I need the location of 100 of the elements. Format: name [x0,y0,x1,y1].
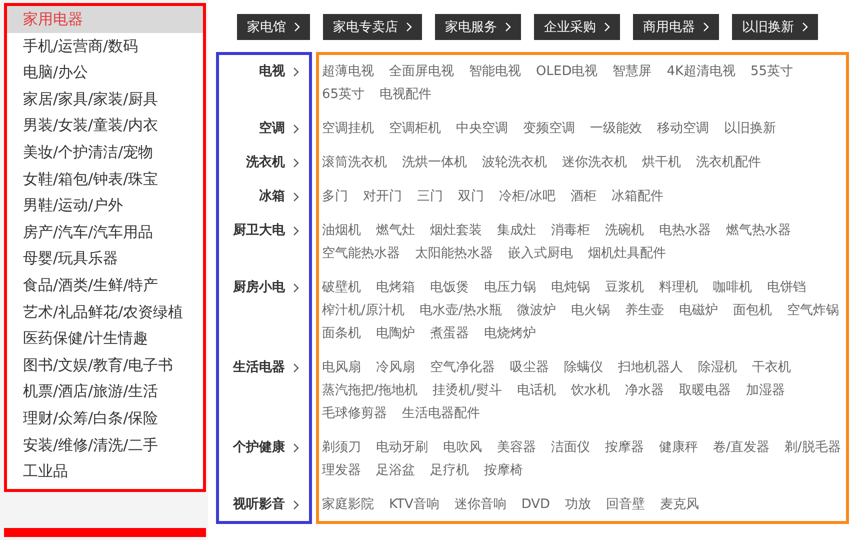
subcategory-link[interactable]: 电火锅 [570,299,610,322]
subcategory-link[interactable]: 电压力锅 [484,276,536,299]
subcategory-link[interactable]: 迷你洗衣机 [562,151,627,174]
subcategory-link[interactable]: 电动牙刷 [376,436,428,459]
subcategory-link[interactable]: 面包机 [732,299,772,322]
subcategory-link[interactable]: 回音壁 [606,493,646,516]
subcategory-link[interactable]: 酒柜 [570,185,596,208]
category-link[interactable]: 洗衣机 [246,151,285,174]
subcategory-link[interactable]: 净水器 [624,379,664,402]
subcategory-link[interactable]: 嵌入式厨电 [508,242,573,265]
sidebar-item[interactable]: 机票/酒店/旅游/生活 [7,378,203,405]
subcategory-link[interactable]: 剃须刀 [322,436,361,459]
subcategory-link[interactable]: 美容器 [497,436,536,459]
subcategory-link[interactable]: 4K超清电视 [666,60,736,83]
sidebar-item[interactable]: 母婴/玩具乐器 [7,245,203,272]
subcategory-link[interactable]: 电烤箱 [376,276,415,299]
subcategory-link[interactable]: 干衣机 [752,356,791,379]
subcategory-link[interactable]: 多门 [322,185,348,208]
subcategory-link[interactable]: 冰箱配件 [611,185,664,208]
subcategory-link[interactable]: 蒸汽拖把/拖地机 [322,379,418,402]
sidebar-item[interactable]: 食品/酒类/生鲜/特产 [7,272,203,299]
subcategory-link[interactable]: 卷/直发器 [713,436,770,459]
category-link[interactable]: 冰箱 [259,185,285,208]
subcategory-link[interactable]: 烟机灶具配件 [588,242,666,265]
subcategory-link[interactable]: 电热水器 [659,219,711,242]
subcategory-link[interactable]: 电饭煲 [430,276,469,299]
subcategory-link[interactable]: 烟灶套装 [430,219,482,242]
subcategory-link[interactable]: 燃气热水器 [726,219,791,242]
subcategory-link[interactable]: 55英寸 [750,60,794,83]
subcategory-link[interactable]: 足疗机 [430,459,469,482]
subcategory-link[interactable]: 毛球修剪器 [322,402,387,425]
sidebar-item[interactable]: 家用电器 [7,6,203,33]
subcategory-link[interactable]: 洗烘一体机 [402,151,467,174]
subcategory-link[interactable]: 破壁机 [322,276,361,299]
subcategory-link[interactable]: 中央空调 [456,117,508,140]
category-link[interactable]: 空调 [259,117,285,140]
subcategory-link[interactable]: 挂烫机/熨斗 [432,379,502,402]
sidebar-item[interactable]: 家居/家具/家装/厨具 [7,86,203,112]
category-link[interactable]: 生活电器 [233,356,285,379]
subcategory-link[interactable]: 健康秤 [659,436,698,459]
subcategory-link[interactable]: 燃气灶 [376,219,415,242]
subcategory-link[interactable]: 洗衣机配件 [696,151,761,174]
channel-button[interactable]: 商用电器 [633,14,719,40]
subcategory-link[interactable]: 空气炸锅 [786,299,839,322]
channel-button[interactable]: 以旧换新 [732,14,818,40]
subcategory-link[interactable]: 煮蛋器 [430,322,469,345]
subcategory-link[interactable]: 取暖电器 [678,379,731,402]
subcategory-link[interactable]: OLED电视 [536,60,598,83]
subcategory-link[interactable]: 对开门 [363,185,402,208]
subcategory-link[interactable]: 电饼铛 [767,276,806,299]
subcategory-link[interactable]: 足浴盆 [376,459,415,482]
subcategory-link[interactable]: 波轮洗衣机 [482,151,547,174]
subcategory-link[interactable]: 冷柜/冰吧 [499,185,556,208]
subcategory-link[interactable]: 全面屏电视 [389,60,454,83]
subcategory-link[interactable]: 豆浆机 [605,276,644,299]
category-link[interactable]: 厨房小电 [233,276,285,299]
subcategory-link[interactable]: 油烟机 [322,219,361,242]
subcategory-link[interactable]: 功放 [565,493,592,516]
subcategory-link[interactable]: 扫地机器人 [618,356,683,379]
subcategory-link[interactable]: 电吹风 [443,436,482,459]
subcategory-link[interactable]: 电视配件 [380,83,432,106]
subcategory-link[interactable]: 智能电视 [469,60,521,83]
channel-button[interactable]: 家电馆 [237,14,310,40]
subcategory-link[interactable]: 消毒柜 [551,219,590,242]
subcategory-link[interactable]: 电风扇 [322,356,361,379]
subcategory-link[interactable]: 电水壶/热水瓶 [419,299,502,322]
subcategory-link[interactable]: 电磁炉 [678,299,718,322]
subcategory-link[interactable]: 面条机 [322,322,361,345]
subcategory-link[interactable]: 按摩器 [605,436,644,459]
sidebar-item[interactable]: 理财/众筹/白条/保险 [7,404,203,432]
sidebar-item[interactable]: 安装/维修/清洗/二手 [7,432,203,458]
channel-button[interactable]: 家电专卖店 [323,14,422,40]
sidebar-item[interactable]: 医药保健/计生情趣 [7,325,203,352]
subcategory-link[interactable]: 除湿机 [698,356,737,379]
subcategory-link[interactable]: 烘干机 [642,151,681,174]
subcategory-link[interactable]: 迷你音响 [454,493,506,516]
subcategory-link[interactable]: 智慧屏 [612,60,652,83]
subcategory-link[interactable]: KTV音响 [389,493,440,516]
subcategory-link[interactable]: 养生壶 [624,299,664,322]
subcategory-link[interactable]: 超薄电视 [322,60,374,83]
subcategory-link[interactable]: 饮水机 [570,379,610,402]
channel-button[interactable]: 企业采购 [534,14,620,40]
subcategory-link[interactable]: 以旧换新 [724,117,776,140]
subcategory-link[interactable]: DVD [521,493,550,516]
category-link[interactable]: 厨卫大电 [233,219,285,242]
subcategory-link[interactable]: 料理机 [659,276,698,299]
subcategory-link[interactable]: 滚筒洗衣机 [322,151,387,174]
subcategory-link[interactable]: 双门 [458,185,484,208]
subcategory-link[interactable]: 洗碗机 [605,219,644,242]
sidebar-item[interactable]: 工业品 [7,458,203,485]
subcategory-link[interactable]: 剃/脱毛器 [784,436,841,459]
subcategory-link[interactable]: 除螨仪 [564,356,603,379]
category-link[interactable]: 个护健康 [233,436,285,459]
subcategory-link[interactable]: 移动空调 [657,117,709,140]
subcategory-link[interactable]: 一级能效 [590,117,642,140]
subcategory-link[interactable]: 集成灶 [497,219,536,242]
subcategory-link[interactable]: 加湿器 [746,379,785,402]
subcategory-link[interactable]: 吸尘器 [510,356,549,379]
subcategory-link[interactable]: 电炖锅 [551,276,590,299]
sidebar-item[interactable]: 女鞋/箱包/钟表/珠宝 [7,166,203,192]
